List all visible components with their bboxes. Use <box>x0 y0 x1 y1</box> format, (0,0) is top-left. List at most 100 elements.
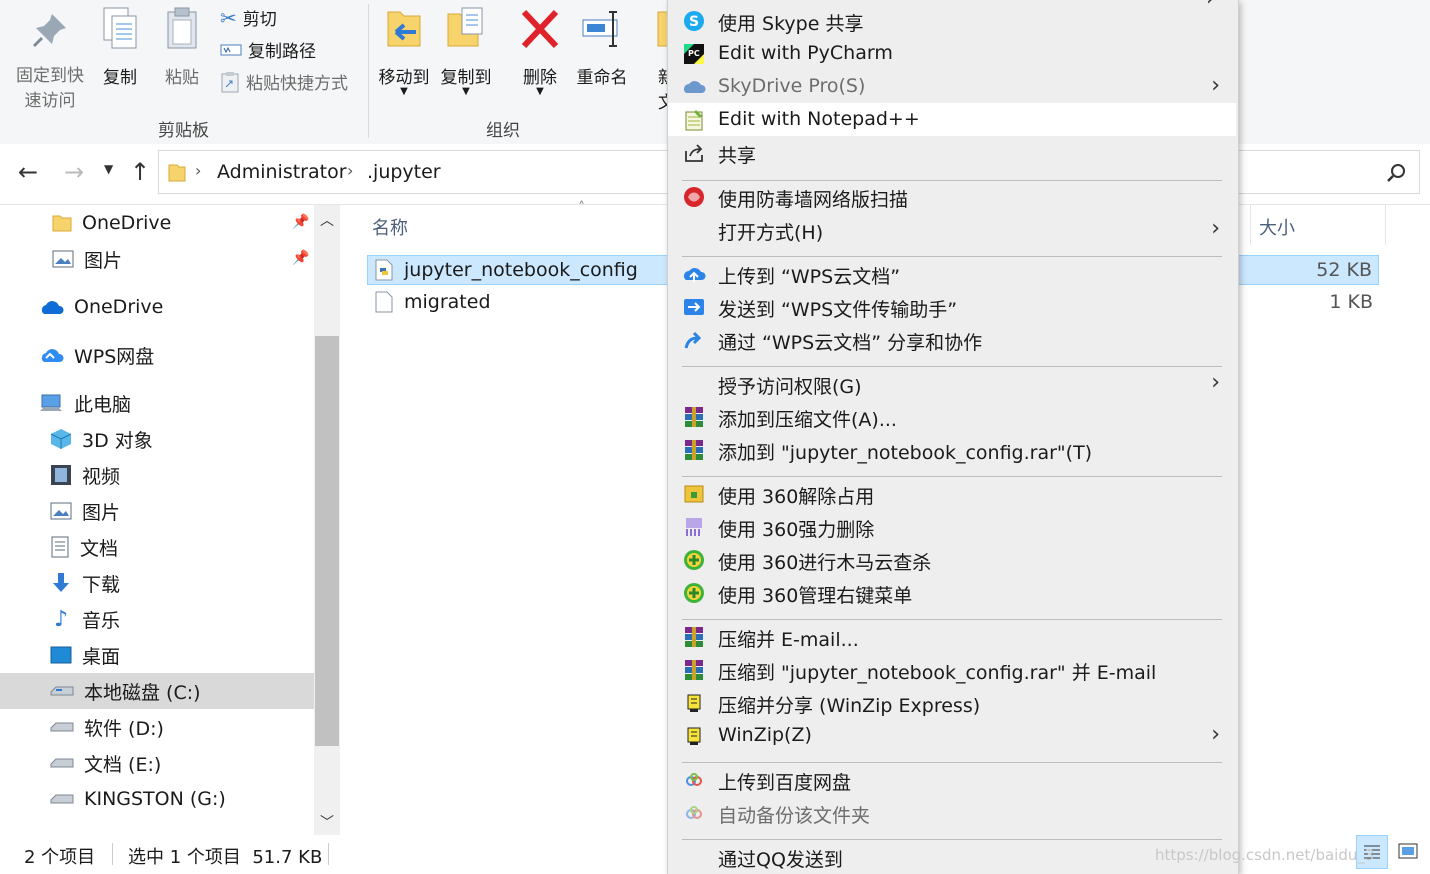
context-menu-item[interactable]: 压缩到 "jupyter_notebook_config.rar" 并 E-ma… <box>668 653 1236 686</box>
up-arrow-icon[interactable]: ↑ <box>130 158 150 186</box>
context-menu-item-label: Edit with Notepad++ <box>718 108 920 130</box>
context-menu-item-label: 使用 360强力删除 <box>718 519 875 541</box>
nav-item-drive-c[interactable]: 本地磁盘 (C:) <box>50 674 201 708</box>
breadcrumb-jupyter[interactable]: .jupyter <box>367 161 441 183</box>
nav-item-downloads[interactable]: 下载 <box>50 566 120 600</box>
copy-to-button[interactable]: 复制到 ▼ <box>436 6 496 97</box>
context-menu-item[interactable]: PC Edit with PyCharm <box>668 37 1236 70</box>
nav-item-music[interactable]: ♪ 音乐 <box>50 602 120 636</box>
context-menu-item[interactable]: 添加到压缩文件(A)... <box>668 400 1236 433</box>
context-menu-item[interactable]: 压缩并分享 (WinZip Express) <box>668 686 1236 719</box>
submenu-arrow-icon: › <box>1211 216 1220 241</box>
dropdown-caret-icon: ▼ <box>536 86 544 97</box>
nav-item-onedrive[interactable]: OneDrive <box>38 290 163 324</box>
copy-path-button[interactable]: 复制路径 <box>220 37 316 62</box>
context-menu-item[interactable]: 使用防毒墙网络版扫描 <box>668 180 1236 213</box>
context-menu-item[interactable]: 上传到百度网盘 <box>668 763 1236 796</box>
file-name: jupyter_notebook_config <box>404 259 638 281</box>
copy-label: 复制 <box>103 68 137 88</box>
context-menu-item[interactable]: 打开方式(H) › <box>668 213 1236 246</box>
skype-icon: S <box>684 11 704 31</box>
scroll-up-chevron-icon[interactable]: ︿ <box>320 210 334 230</box>
paste-shortcut-button[interactable]: 粘贴快捷方式 <box>220 69 348 94</box>
context-menu-item-label: Edit with PyCharm <box>718 42 893 64</box>
context-menu-item-label: WinZip(Z) <box>718 724 812 746</box>
documents-icon <box>51 536 69 558</box>
paste-icon <box>167 7 197 49</box>
scroll-down-chevron-icon[interactable]: ﹀ <box>320 812 334 832</box>
nav-item-drive-d[interactable]: 软件 (D:) <box>50 710 164 744</box>
rename-icon <box>582 11 618 47</box>
context-menu-item[interactable]: 上传到 “WPS云文档” <box>668 257 1236 290</box>
nav-item-pictures-quick[interactable]: 图片 <box>52 242 122 276</box>
search-icon[interactable] <box>1386 162 1408 184</box>
context-menu-item[interactable]: 授予访问权限(G) › <box>668 367 1236 400</box>
nav-item-documents[interactable]: 文档 <box>50 530 118 564</box>
nav-item-videos[interactable]: 视频 <box>50 458 120 492</box>
computer-icon <box>40 394 62 411</box>
item-count: 2 个项目 <box>24 847 96 868</box>
context-menu-item-label: 通过QQ发送到 <box>718 849 843 871</box>
context-menu-item[interactable]: WinZip(Z) › <box>668 719 1236 752</box>
paste-shortcut-icon <box>221 71 239 92</box>
nav-item-pictures[interactable]: 图片 <box>50 494 120 528</box>
recent-locations-chevron-icon[interactable]: ▼ <box>104 162 113 176</box>
back-arrow-icon[interactable]: ← <box>18 158 38 186</box>
large-icons-view-button[interactable] <box>1394 835 1422 869</box>
context-menu-item-label: 添加到压缩文件(A)... <box>718 409 897 431</box>
context-menu-item[interactable]: SkyDrive Pro(S) › <box>668 70 1236 103</box>
forward-arrow-icon[interactable]: → <box>64 158 84 186</box>
context-menu-item[interactable]: 使用 360解除占用 <box>668 477 1236 510</box>
context-menu-item[interactable]: 使用 360强力删除 <box>668 510 1236 543</box>
nav-item-this-pc[interactable]: 此电脑 <box>38 386 131 420</box>
context-menu-item[interactable]: S 使用 Skype 共享 <box>668 4 1236 37</box>
nav-item-label: 软件 (D:) <box>84 717 164 740</box>
onedrive-cloud-icon <box>41 301 64 314</box>
column-header-size[interactable]: 大小 <box>1259 214 1295 240</box>
cut-button[interactable]: ✂ 剪切 <box>220 5 277 31</box>
context-menu-item[interactable]: 自动备份该文件夹 <box>668 796 1236 829</box>
nav-item-label: 下载 <box>82 573 121 596</box>
new-folder-button[interactable]: 新 文 <box>648 6 668 113</box>
nav-item-wps-cloud[interactable]: WPS网盘 <box>38 338 154 372</box>
pin-icon[interactable]: 📌 <box>292 250 309 266</box>
context-menu-item[interactable]: 通过 “WPS云文档” 分享和协作 <box>668 323 1236 356</box>
winrar-icon <box>685 660 703 680</box>
copy-button[interactable]: 复制 <box>98 6 142 88</box>
360-shred-icon <box>686 518 702 536</box>
context-menu-item[interactable]: Edit with Notepad++ <box>668 103 1236 136</box>
nav-item-label: 本地磁盘 (C:) <box>84 681 201 704</box>
paste-button[interactable]: 粘贴 <box>160 6 204 88</box>
context-menu-item[interactable]: 发送到 “WPS文件传输助手” <box>668 290 1236 323</box>
scissors-icon: ✂ <box>220 5 237 30</box>
context-menu-item[interactable]: 使用 360管理右键菜单 <box>668 576 1236 609</box>
context-menu-item[interactable]: 压缩并 E-mail... <box>668 620 1236 653</box>
move-to-label: 移动到 <box>378 68 430 88</box>
pin-to-quick-access-button[interactable]: 固定到快 速访问 <box>12 10 88 111</box>
copy-path-icon <box>220 44 242 55</box>
context-menu-item[interactable]: 通过QQ发送到 <box>668 840 1236 873</box>
nav-item-desktop[interactable]: 桌面 <box>50 638 120 672</box>
column-header-name[interactable]: 名称 <box>372 214 408 240</box>
drive-icon <box>50 794 74 804</box>
pin-icon[interactable]: 📌 <box>292 214 309 230</box>
cut-label: 剪切 <box>242 10 277 30</box>
context-menu-item[interactable]: 添加到 "jupyter_notebook_config.rar"(T) <box>668 433 1236 466</box>
context-menu-item[interactable]: 共享 <box>668 136 1236 169</box>
nav-scrollbar-thumb[interactable] <box>315 336 339 746</box>
nav-item-drive-g[interactable]: KINGSTON (G:) <box>50 782 226 816</box>
nav-item-onedrive-quick[interactable]: OneDrive <box>52 206 171 240</box>
nav-item-drive-e[interactable]: 文档 (E:) <box>50 746 161 780</box>
menu-separator <box>682 256 1222 257</box>
context-menu-item[interactable]: 使用 360进行木马云查杀 <box>668 543 1236 576</box>
winrar-icon <box>685 440 703 460</box>
breadcrumb-administrator[interactable]: Administrator <box>217 161 347 183</box>
rename-button[interactable]: 重命名 <box>572 6 632 88</box>
nav-item-3d-objects[interactable]: 3D 对象 <box>50 422 153 456</box>
move-to-button[interactable]: 移动到 ▼ <box>374 6 434 97</box>
winrar-icon <box>685 627 703 647</box>
delete-button[interactable]: 删除 ▼ <box>516 6 564 97</box>
context-menu-item-label: 共享 <box>718 145 757 167</box>
nav-item-label: 文档 <box>80 537 119 560</box>
context-menu-item-label: 自动备份该文件夹 <box>718 805 871 827</box>
